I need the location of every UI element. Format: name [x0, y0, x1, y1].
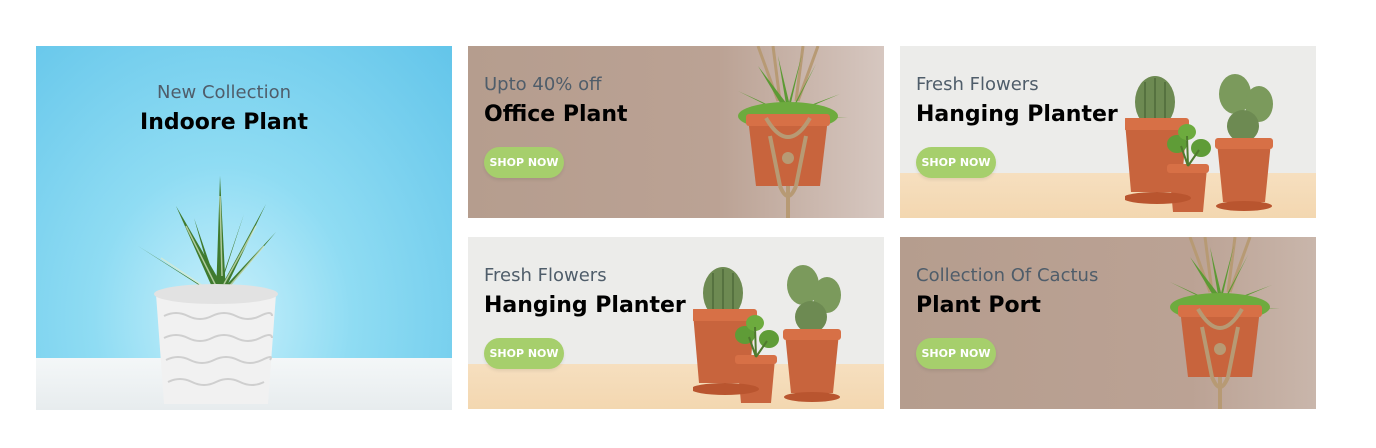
banner-office-plant[interactable]: Upto 40% off Office Plant SHOP NOW	[468, 46, 884, 218]
banner-indoor-plant[interactable]: New Collection Indoore Plant	[36, 46, 452, 410]
banner-eyebrow: New Collection	[156, 82, 291, 103]
shop-now-button[interactable]: SHOP NOW	[484, 147, 564, 178]
shop-now-button[interactable]: SHOP NOW	[484, 338, 564, 369]
banner-hanging-planter[interactable]: Fresh Flowers Hanging Planter SHOP NOW	[468, 237, 884, 409]
banner-eyebrow: Fresh Flowers	[484, 265, 607, 286]
succulent-pot-image	[138, 176, 278, 404]
banner-title: Office Plant	[484, 102, 628, 127]
banner-hanging-planter[interactable]: Fresh Flowers Hanging Planter SHOP NOW	[900, 46, 1316, 218]
banner-plant-port[interactable]: Collection Of Cactus Plant Port SHOP NOW	[900, 237, 1316, 409]
banner-eyebrow: Fresh Flowers	[916, 74, 1039, 95]
shop-now-button[interactable]: SHOP NOW	[916, 147, 996, 178]
cactus-pots-image	[693, 265, 863, 409]
banner-title: Hanging Planter	[916, 102, 1118, 127]
hanging-planter-image	[718, 46, 858, 218]
cactus-pots-image	[1125, 74, 1295, 218]
hanging-planter-image	[1150, 237, 1290, 409]
banner-title: Indoore Plant	[140, 110, 308, 135]
banner-title: Plant Port	[916, 293, 1041, 318]
banner-eyebrow: Collection Of Cactus	[916, 265, 1099, 286]
shop-now-button[interactable]: SHOP NOW	[916, 338, 996, 369]
banner-eyebrow: Upto 40% off	[484, 74, 602, 95]
banner-title: Hanging Planter	[484, 293, 686, 318]
